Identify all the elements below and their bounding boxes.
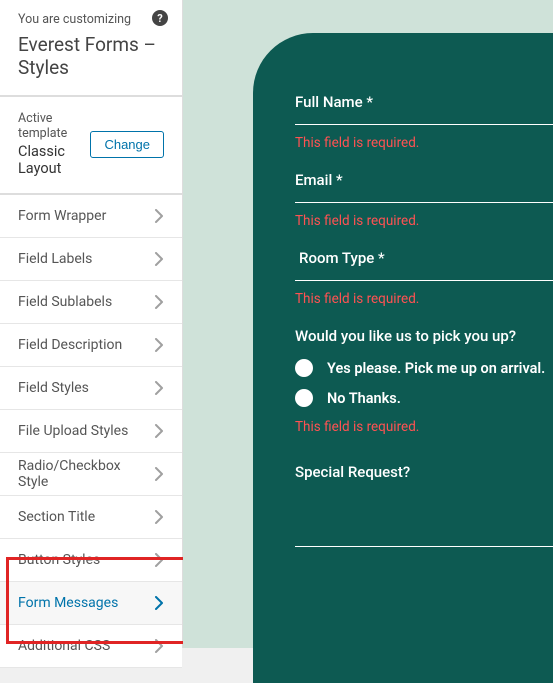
menu-item-label: Field Sublabels — [18, 294, 112, 310]
textarea-line[interactable] — [295, 541, 553, 547]
field-error: This field is required. — [295, 135, 553, 151]
form-field: Email * This field is required. — [295, 171, 553, 229]
menu-item-label: Radio/Checkbox Style — [18, 458, 154, 490]
menu-item-additional-css[interactable]: Additional CSS — [0, 625, 182, 668]
active-template-row: Active template Classic Layout Change — [0, 97, 182, 193]
radio-icon — [295, 359, 313, 377]
field-input[interactable] — [295, 273, 553, 281]
menu-item-label: File Upload Styles — [18, 423, 128, 439]
header-subtitle: You are customizing — [18, 12, 164, 27]
chevron-right-icon — [154, 381, 164, 395]
field-input[interactable] — [295, 195, 553, 203]
header-title: Everest Forms – Styles — [18, 33, 164, 79]
field-label: Room Type * — [295, 249, 553, 267]
menu-item-field-labels[interactable]: Field Labels — [0, 238, 182, 281]
radio-label: Yes please. Pick me up on arrival. — [327, 360, 545, 377]
help-icon[interactable]: ? — [152, 10, 168, 26]
radio-group: Yes please. Pick me up on arrival. No Tha… — [295, 359, 553, 407]
menu-item-label: Form Messages — [18, 595, 118, 611]
menu-item-label: Form Wrapper — [18, 208, 106, 224]
menu-item-form-messages[interactable]: Form Messages — [0, 582, 182, 625]
field-label: Full Name * — [295, 93, 553, 111]
pickup-question: Would you like us to pick you up? — [295, 327, 553, 345]
customizer-header: You are customizing Everest Forms – Styl… — [0, 0, 182, 95]
menu-item-field-styles[interactable]: Field Styles — [0, 367, 182, 410]
chevron-right-icon — [154, 467, 164, 481]
chevron-right-icon — [154, 295, 164, 309]
chevron-right-icon — [154, 424, 164, 438]
radio-option[interactable]: Yes please. Pick me up on arrival. — [295, 359, 553, 377]
field-input[interactable] — [295, 117, 553, 125]
change-button[interactable]: Change — [90, 131, 164, 158]
chevron-right-icon — [154, 252, 164, 266]
special-request-label: Special Request? — [295, 463, 553, 481]
form-card: Full Name *This field is required.Email … — [253, 33, 553, 683]
template-label: Active template — [18, 111, 90, 141]
field-error: This field is required. — [295, 213, 553, 229]
template-value: Classic Layout — [18, 143, 90, 177]
menu-item-label: Field Styles — [18, 380, 89, 396]
field-error: This field is required. — [295, 419, 553, 435]
menu-item-file-upload-styles[interactable]: File Upload Styles — [0, 410, 182, 453]
field-label: Email * — [295, 171, 553, 189]
preview-pane: Full Name *This field is required.Email … — [183, 0, 553, 648]
radio-label: No Thanks. — [327, 390, 401, 407]
menu-item-section-title[interactable]: Section Title — [0, 496, 182, 539]
menu-item-label: Button Styles — [18, 552, 100, 568]
chevron-right-icon — [154, 639, 164, 653]
form-field: Room Type * This field is required. — [295, 249, 553, 307]
chevron-right-icon — [154, 209, 164, 223]
menu-item-button-styles[interactable]: Button Styles — [0, 539, 182, 582]
menu-item-label: Additional CSS — [18, 638, 110, 654]
menu-item-label: Field Labels — [18, 251, 92, 267]
menu-item-form-wrapper[interactable]: Form Wrapper — [0, 195, 182, 238]
chevron-right-icon — [154, 510, 164, 524]
radio-option[interactable]: No Thanks. — [295, 389, 553, 407]
menu-item-field-sublabels[interactable]: Field Sublabels — [0, 281, 182, 324]
form-field: Full Name * This field is required. — [295, 93, 553, 151]
menu-item-label: Field Description — [18, 337, 122, 353]
menu-item-label: Section Title — [18, 509, 95, 525]
menu-item-radio-checkbox-style[interactable]: Radio/Checkbox Style — [0, 453, 182, 496]
chevron-right-icon — [154, 553, 164, 567]
settings-menu: Form Wrapper Field Labels Field Sublabels F… — [0, 195, 182, 668]
radio-icon — [295, 389, 313, 407]
field-error: This field is required. — [295, 291, 553, 307]
chevron-right-icon — [154, 338, 164, 352]
chevron-right-icon — [154, 596, 164, 610]
menu-item-field-description[interactable]: Field Description — [0, 324, 182, 367]
